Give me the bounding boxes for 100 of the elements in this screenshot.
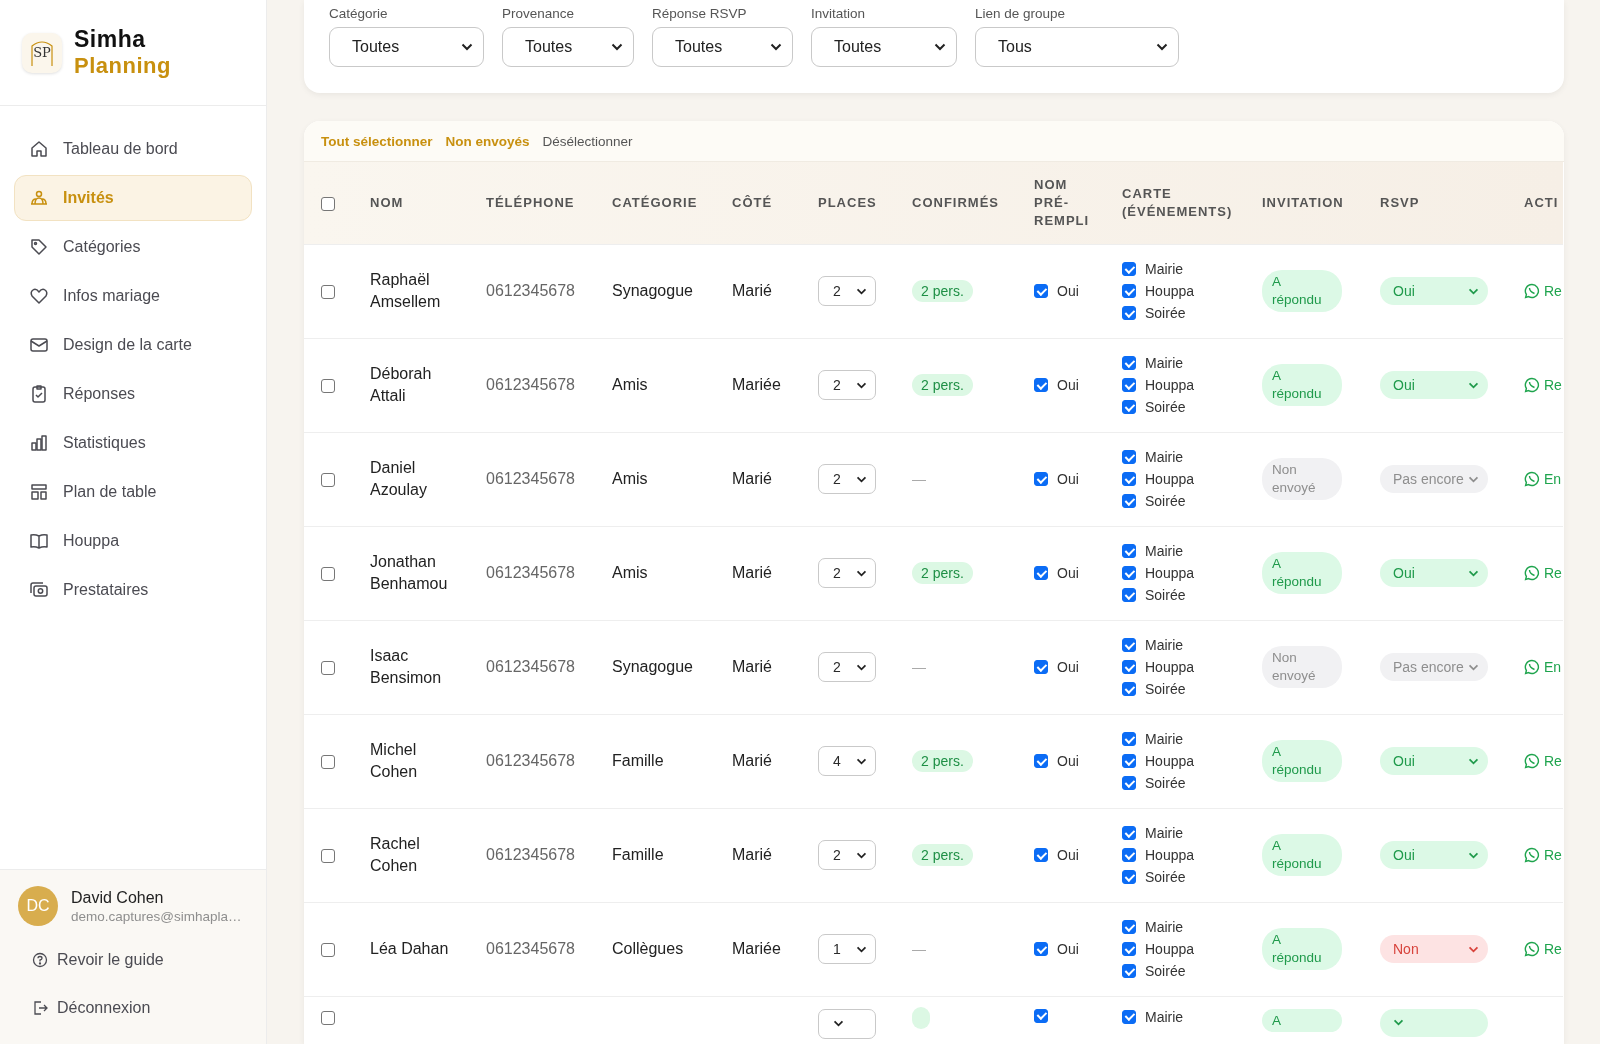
places-select[interactable]: 1 <box>818 934 876 964</box>
nav-item[interactable]: Plan de table <box>14 469 252 515</box>
checkbox-label: Houppa <box>1145 753 1195 769</box>
checkbox[interactable] <box>1122 544 1136 558</box>
checkbox[interactable] <box>1122 682 1136 696</box>
nav-item[interactable]: Catégories <box>14 224 252 270</box>
phone-number: 0612345678 <box>486 470 575 487</box>
empty-value: — <box>912 941 926 957</box>
nav-item[interactable]: Design de la carte <box>14 322 252 368</box>
side-text: Mariée <box>732 376 781 393</box>
checkbox[interactable] <box>1122 262 1136 276</box>
confirmed-badge: 2 pers. <box>912 280 973 302</box>
checkbox-label: Houppa <box>1145 941 1195 957</box>
checkbox[interactable] <box>321 378 335 393</box>
rsvp-select[interactable]: Non <box>1380 935 1488 963</box>
checkbox[interactable] <box>321 284 335 299</box>
checkbox[interactable] <box>1122 306 1136 320</box>
chat-bubble-icon <box>1524 471 1540 487</box>
checkbox[interactable] <box>321 942 335 957</box>
filter-select[interactable]: Toutes <box>811 27 957 67</box>
empty-value: — <box>912 471 926 487</box>
logout-link[interactable]: Déconnexion <box>0 984 266 1032</box>
places-select[interactable]: 4 <box>818 746 876 776</box>
checkbox[interactable] <box>1122 754 1136 768</box>
checkbox[interactable] <box>1034 848 1048 862</box>
guide-link[interactable]: Revoir le guide <box>0 936 266 984</box>
checkbox[interactable] <box>321 196 335 211</box>
camera-icon <box>29 580 49 600</box>
phone-number: 0612345678 <box>486 282 575 299</box>
guest-name: Isaac Bensimon <box>370 645 443 688</box>
checkbox[interactable] <box>1122 472 1136 486</box>
guest-name: Rachel Cohen <box>370 833 421 876</box>
invitation-status: A répondu <box>1262 552 1342 594</box>
checkbox[interactable] <box>1034 1008 1048 1023</box>
checkbox[interactable] <box>1122 494 1136 508</box>
filter-select[interactable]: Toutes <box>652 27 793 67</box>
checkbox[interactable] <box>1122 942 1136 956</box>
checkbox[interactable] <box>1034 284 1048 298</box>
home-icon <box>29 139 49 159</box>
checkbox-label: Mairie <box>1145 637 1184 653</box>
checkbox[interactable] <box>1034 660 1048 674</box>
filter-label: Catégorie <box>329 6 389 21</box>
checkbox[interactable] <box>1034 378 1048 392</box>
checkbox[interactable] <box>1122 776 1136 790</box>
checkbox[interactable] <box>1122 450 1136 464</box>
chat-bubble-icon <box>1524 659 1540 675</box>
checkbox[interactable] <box>1034 942 1048 956</box>
checkbox[interactable] <box>1034 472 1048 486</box>
checkbox[interactable] <box>1034 566 1048 580</box>
nav-item[interactable]: Prestataires <box>14 567 252 613</box>
checkbox[interactable] <box>1122 920 1136 934</box>
nav-item[interactable]: Houppa <box>14 518 252 564</box>
checkbox-label: Houppa <box>1145 283 1195 299</box>
checkbox[interactable] <box>1122 566 1136 580</box>
checkbox[interactable] <box>321 660 335 675</box>
checkbox[interactable] <box>1122 732 1136 746</box>
checkbox[interactable] <box>1122 848 1136 862</box>
places-select[interactable]: 2 <box>818 558 876 588</box>
invitation-status: A répondu <box>1262 270 1342 312</box>
checkbox-label: Soirée <box>1145 587 1186 603</box>
checkbox[interactable] <box>1122 964 1136 978</box>
guest-name: Léa Dahan <box>370 938 450 959</box>
places-select[interactable]: 2 <box>818 840 876 870</box>
checkbox-label: Houppa <box>1145 847 1195 863</box>
checkbox[interactable] <box>1122 870 1136 884</box>
checkbox[interactable] <box>1122 1009 1136 1024</box>
places-select[interactable]: 2 <box>818 464 876 494</box>
book-icon <box>29 531 49 551</box>
checkbox[interactable] <box>1122 284 1136 298</box>
toolbar-link[interactable]: Désélectionner <box>542 133 633 149</box>
checkbox[interactable] <box>1122 378 1136 392</box>
checkbox-label: Mairie <box>1145 355 1184 371</box>
checkbox[interactable] <box>321 472 335 487</box>
nav-item[interactable]: Tableau de bord <box>14 126 252 172</box>
caret-icon <box>1156 43 1168 51</box>
places-select[interactable]: 2 <box>818 370 876 400</box>
places-select[interactable]: 2 <box>818 652 876 682</box>
nav-item[interactable]: Statistiques <box>14 420 252 466</box>
nav-item[interactable]: Réponses <box>14 371 252 417</box>
caret-icon <box>856 569 867 577</box>
places-select[interactable]: 2 <box>818 276 876 306</box>
checkbox[interactable] <box>321 848 335 863</box>
checkbox[interactable] <box>1122 400 1136 414</box>
checkbox[interactable] <box>1034 754 1048 768</box>
checkbox[interactable] <box>1122 356 1136 370</box>
chat-bubble-icon <box>1524 283 1540 299</box>
checkbox[interactable] <box>321 754 335 769</box>
caret-icon <box>1468 569 1479 577</box>
checkbox[interactable] <box>321 566 335 581</box>
checkbox[interactable] <box>1122 660 1136 674</box>
filter-select[interactable]: Toutes <box>329 27 484 67</box>
side-text: Marié <box>732 752 772 769</box>
nav-item[interactable]: Infos mariage <box>14 273 252 319</box>
filter-select[interactable]: Tous <box>975 27 1179 67</box>
checkbox[interactable] <box>1122 588 1136 602</box>
checkbox[interactable] <box>1122 638 1136 652</box>
filter-select[interactable]: Toutes <box>502 27 634 67</box>
caret-icon <box>1468 475 1479 483</box>
checkbox[interactable] <box>321 1011 335 1026</box>
checkbox[interactable] <box>1122 826 1136 840</box>
